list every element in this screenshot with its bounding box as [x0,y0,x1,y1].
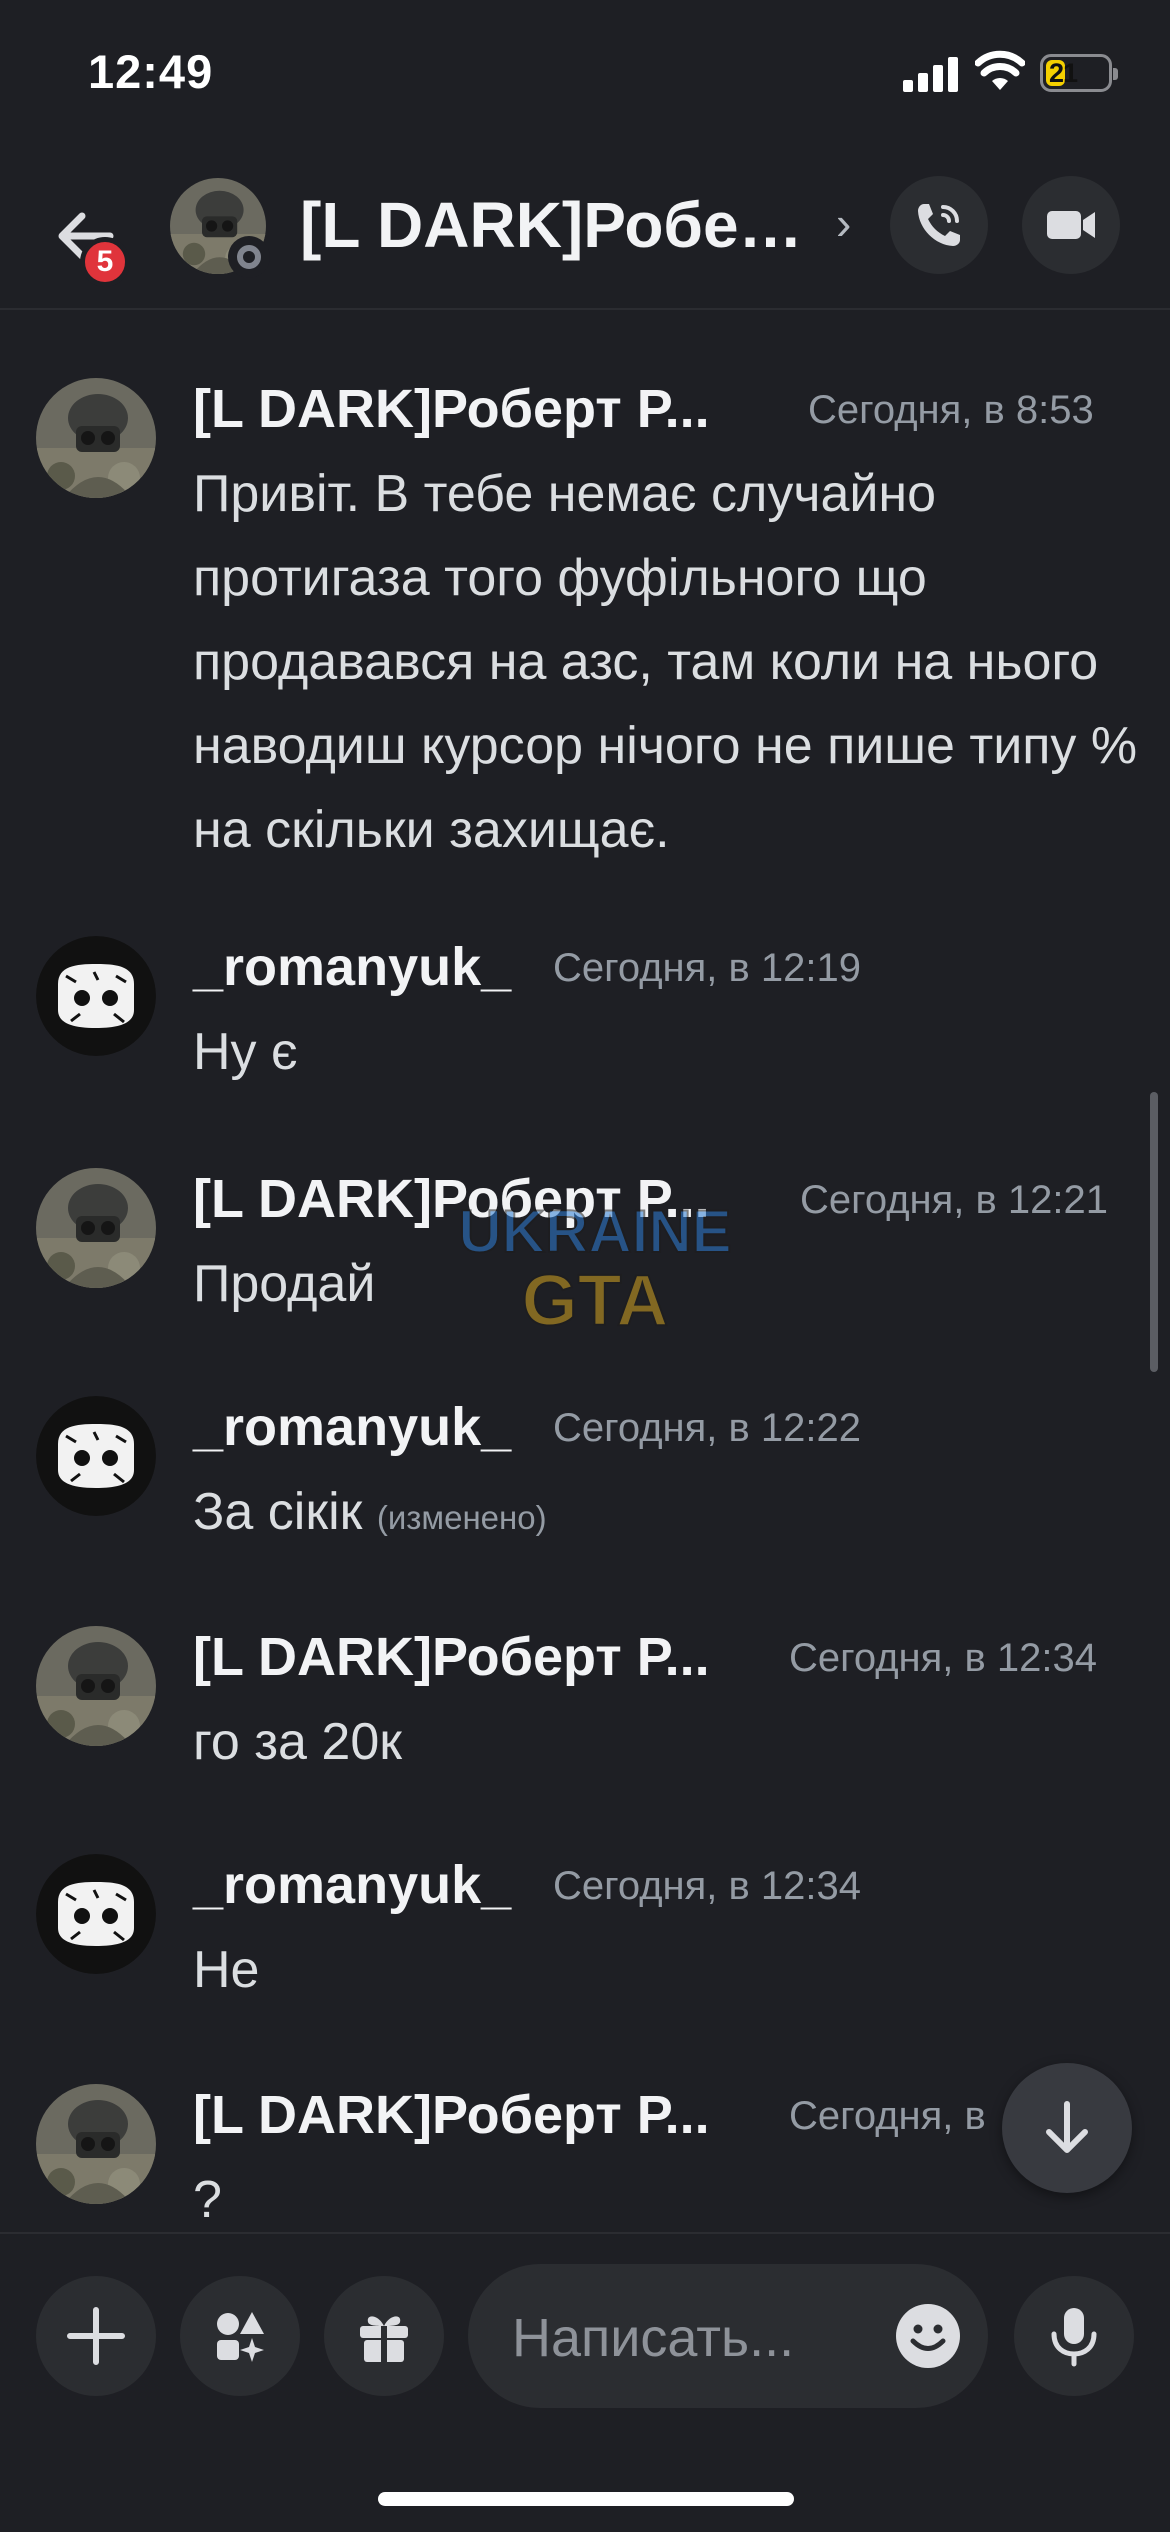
message-text: го за 20к [193,1713,402,1771]
battery-icon: 21 [1040,54,1118,92]
avatar[interactable] [36,1168,156,1288]
gift-icon [360,2316,408,2362]
phone-icon [918,204,960,246]
message-text: Ну є [193,1023,298,1081]
jump-to-bottom-button[interactable] [1002,2063,1132,2193]
avatar[interactable] [36,378,156,498]
chat-title[interactable]: [L DARK]Роберт Роберт [300,188,820,262]
message-item: _romanyuk_ Сегодня, в 12:22 За сікік (из… [0,1396,1170,1576]
attach-button[interactable] [36,2276,156,2396]
home-indicator[interactable] [378,2492,794,2506]
message-item: _romanyuk_ Сегодня, в 12:34 Не [0,1854,1170,2034]
watermark-line1: UKRAINE [458,1198,731,1265]
message-item: [L DARK]Роберт Р... Сегодня, в ? [0,2084,1170,2232]
message-input[interactable]: Написать... [468,2264,988,2408]
message-item: [L DARK]Роберт Р... Сегодня, в 12:34 го … [0,1626,1170,1806]
apps-button[interactable] [180,2276,300,2396]
watermark-line2: GTA [522,1261,669,1340]
chevron-right-icon[interactable]: › [836,196,851,250]
message-text-content: За сікік [193,1483,363,1541]
status-time: 12:49 [88,45,214,98]
voice-call-button[interactable] [890,176,988,274]
message-composer: Написать... [0,2232,1170,2532]
message-text: ? [193,2171,222,2229]
message-author[interactable]: _romanyuk_ [193,1854,511,1916]
emoji-icon[interactable] [894,2302,962,2370]
avatar[interactable] [36,1396,156,1516]
message-timestamp: Сегодня, в 12:19 [553,946,861,990]
message-item: _romanyuk_ Сегодня, в 12:19 Ну є [0,936,1170,1116]
scrollbar[interactable] [1150,1092,1158,1372]
gift-button[interactable] [324,2276,444,2396]
plus-icon [67,2307,125,2365]
chat-screen: 12:49 21 5 [L DARK]Роберт › [L DARK]Робе… [0,0,1170,2532]
microphone-icon [1051,2308,1097,2367]
avatar[interactable] [36,1854,156,1974]
message-item: [L DARK]Роберт Р... Сегодня, в 8:53 Прив… [0,378,1170,859]
wifi-icon [975,50,1025,90]
message-timestamp: Сегодня, в 12:21 [800,1178,1108,1222]
message-timestamp: Сегодня, в [789,2094,986,2138]
message-author[interactable]: [L DARK]Роберт Р... [193,2084,710,2146]
battery-level: 21 [1049,58,1078,88]
status-bar: 12:49 21 [0,0,1170,150]
offline-status-icon [228,236,270,278]
message-timestamp: Сегодня, в 8:53 [808,388,1094,432]
message-timestamp: Сегодня, в 12:34 [553,1864,861,1908]
unread-badge: 5 [80,237,130,287]
message-input-placeholder: Написать... [512,2308,795,2368]
voice-message-button[interactable] [1014,2276,1134,2396]
apps-icon [217,2312,264,2362]
message-author[interactable]: _romanyuk_ [193,1396,511,1458]
avatar[interactable] [36,936,156,1056]
edited-label: (изменено) [376,1499,547,1536]
message-author[interactable]: [L DARK]Роберт Р... [193,1626,710,1688]
message-timestamp: Сегодня, в 12:34 [789,1636,1097,1680]
cellular-signal-icon [903,56,959,92]
watermark-logo: UKRAINE GTA [457,1197,732,1340]
arrow-down-icon [1046,2101,1088,2153]
message-timestamp: Сегодня, в 12:22 [553,1406,861,1450]
message-text: Привіт. В тебе немає случайно протигаза … [193,465,1138,859]
message-author[interactable]: [L DARK]Роберт Р... [193,378,710,440]
video-camera-icon [1047,211,1095,239]
message-text: За сікік (изменено) [193,1470,1143,1560]
message-author[interactable]: _romanyuk_ [193,936,511,998]
video-call-button[interactable] [1022,176,1120,274]
avatar[interactable] [36,1626,156,1746]
avatar[interactable] [36,2084,156,2204]
chat-header: 5 [L DARK]Роберт Роберт › [0,150,1170,310]
message-text: Не [193,1941,260,1999]
